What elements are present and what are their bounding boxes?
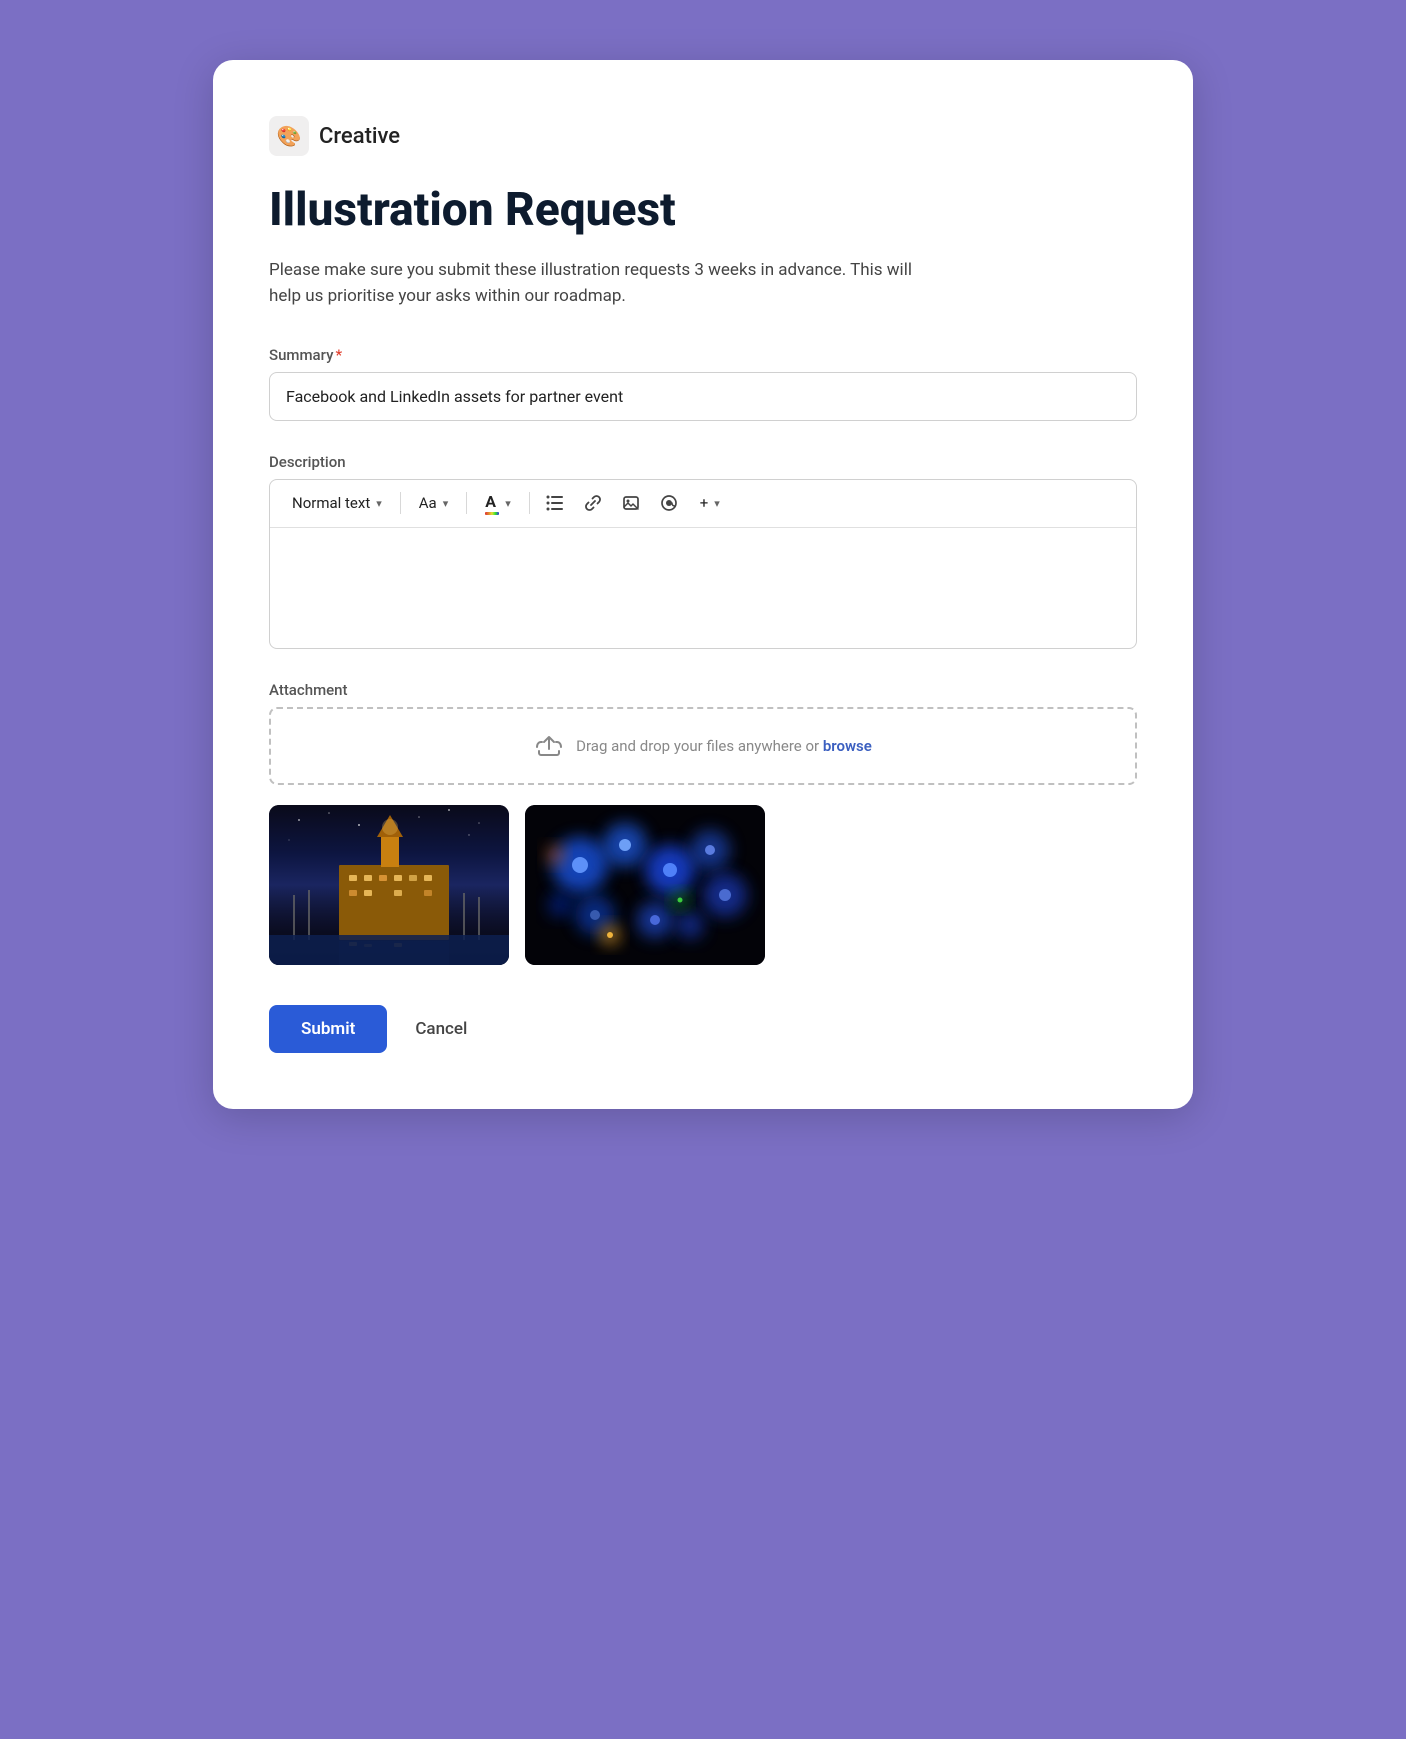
list-icon (546, 495, 564, 511)
form-actions: Submit Cancel (269, 1005, 1137, 1053)
list-button[interactable] (538, 486, 572, 520)
toolbar-divider-1 (400, 492, 401, 514)
browse-link[interactable]: browse (823, 737, 872, 755)
page-description: Please make sure you submit these illust… (269, 257, 929, 310)
attachment-preview-1 (269, 805, 509, 965)
chevron-down-icon-2: ▾ (443, 497, 449, 510)
summary-label: Summary* (269, 346, 1137, 364)
toolbar-divider-2 (466, 492, 467, 514)
font-size-dropdown[interactable]: Aa ▾ (409, 488, 458, 518)
attachment-dropzone[interactable]: Drag and drop your files anywhere or bro… (269, 707, 1137, 785)
mention-button[interactable] (652, 486, 686, 520)
text-style-dropdown[interactable]: Normal text ▾ (282, 488, 392, 518)
description-editor-body[interactable] (270, 528, 1136, 648)
cancel-button[interactable]: Cancel (407, 1005, 475, 1053)
color-underline (485, 512, 499, 515)
harbor-building-svg (269, 805, 509, 965)
chevron-down-icon-3: ▾ (505, 497, 511, 510)
attachment-text: Drag and drop your files anywhere or bro… (576, 737, 872, 755)
image-button[interactable] (614, 486, 648, 520)
attachment-preview-2 (525, 805, 765, 965)
link-button[interactable] (576, 486, 610, 520)
brand-name: Creative (319, 124, 400, 149)
toolbar-divider-3 (529, 492, 530, 514)
brand-header: 🎨 Creative (269, 116, 1137, 156)
summary-input[interactable] (269, 372, 1137, 421)
bokeh-svg (525, 805, 765, 965)
page-title: Illustration Request (269, 184, 1137, 237)
link-icon (584, 494, 602, 512)
image-previews (269, 805, 1137, 965)
upload-icon (534, 733, 564, 759)
more-dropdown[interactable]: + ▾ (690, 488, 730, 518)
chevron-down-icon-4: ▾ (714, 497, 720, 510)
description-label: Description (269, 453, 1137, 471)
editor-toolbar: Normal text ▾ Aa ▾ A ▾ (270, 480, 1136, 528)
attachment-field-group: Attachment Drag and drop your files anyw… (269, 681, 1137, 965)
at-icon (660, 494, 678, 512)
color-a-icon: A (485, 492, 499, 515)
form-card: 🎨 Creative Illustration Request Please m… (213, 60, 1193, 1109)
image-icon (622, 494, 640, 512)
chevron-down-icon: ▾ (376, 497, 382, 510)
description-field-group: Description Normal text ▾ Aa ▾ (269, 453, 1137, 649)
color-dropdown[interactable]: A ▾ (475, 486, 521, 521)
required-star: * (335, 346, 342, 364)
attachment-label: Attachment (269, 681, 1137, 699)
summary-field-group: Summary* (269, 346, 1137, 421)
description-editor: Normal text ▾ Aa ▾ A ▾ (269, 479, 1137, 649)
brand-icon: 🎨 (269, 116, 309, 156)
submit-button[interactable]: Submit (269, 1005, 387, 1053)
